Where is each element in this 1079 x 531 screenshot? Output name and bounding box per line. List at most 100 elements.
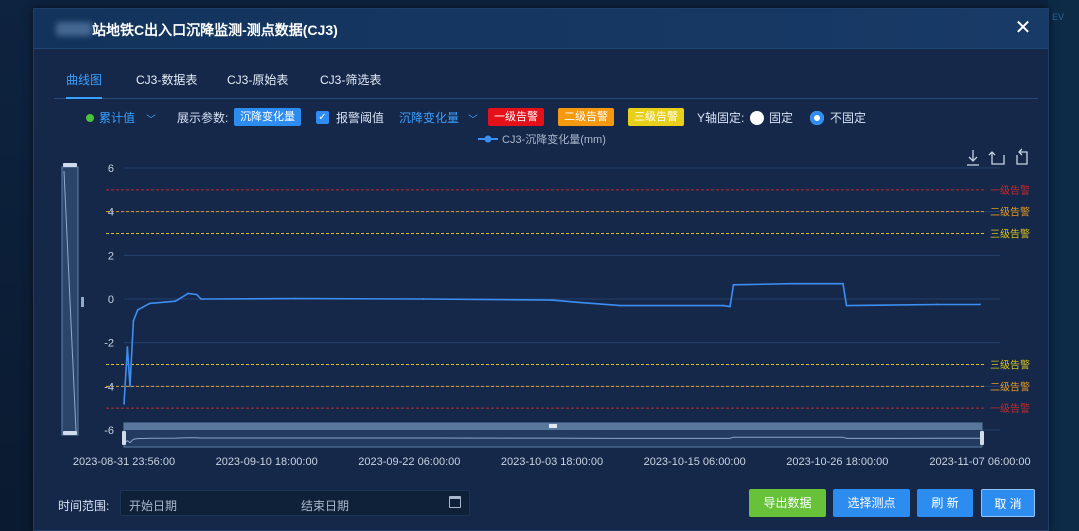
close-icon[interactable]: ✕ — [1012, 17, 1034, 39]
y-zoom-slider[interactable] — [61, 163, 84, 436]
refresh-button[interactable]: 刷 新 — [917, 489, 973, 517]
y-tick-label: 6 — [108, 163, 114, 175]
x-slider-right-handle[interactable] — [980, 431, 984, 445]
data-point — [845, 304, 848, 307]
zoom-reset-icon[interactable] — [988, 151, 1005, 165]
chart-tool-icons — [967, 148, 1028, 166]
display-param-label: 展示参数: — [177, 111, 229, 125]
tab-raw-table[interactable]: CJ3-原始表 — [227, 71, 288, 99]
threshold-label: 一级告警 — [990, 402, 1030, 415]
dialog-footer: 时间范围: 开始日期 结束日期 导出数据 选择测点 刷 新 取 消 — [34, 487, 1048, 523]
threshold-label: 二级告警 — [990, 380, 1030, 393]
data-point — [187, 292, 190, 295]
data-point — [979, 303, 981, 306]
data-point — [200, 298, 202, 300]
data-point — [729, 305, 731, 308]
alarm-level3-tag[interactable]: 三级告警 — [628, 108, 684, 126]
calendar-icon[interactable] — [449, 496, 461, 508]
data-point — [936, 303, 939, 306]
select-point-button[interactable]: 选择测点 — [833, 489, 910, 517]
y-tick-label: 0 — [108, 294, 114, 306]
status-dot — [86, 114, 94, 122]
radio-fixed[interactable] — [750, 111, 764, 125]
redacted-station-name — [56, 22, 92, 36]
dialog-titlebar: 站地铁C出入口沉降监测-测点数据(CJ3) ✕ — [34, 9, 1048, 49]
chevron-down-icon[interactable]: ﹀ — [146, 111, 156, 126]
value-select[interactable]: 累计值 — [99, 109, 135, 126]
background-right-panel: EV — [1048, 0, 1079, 531]
data-point — [123, 402, 125, 405]
legend-marker — [484, 135, 492, 143]
x-slider-grip[interactable] — [549, 424, 557, 428]
measurement-point-dialog: 站地铁C出入口沉降监测-测点数据(CJ3) ✕ 曲线图 CJ3-数据表 CJ3-… — [33, 8, 1049, 531]
alarm-threshold-checkbox[interactable]: ✓ — [316, 111, 329, 124]
tab-filter-table[interactable]: CJ3-筛选表 — [320, 71, 381, 99]
threshold-label: 三级告警 — [990, 359, 1030, 372]
tab-data-table[interactable]: CJ3-数据表 — [136, 71, 197, 99]
y-tick-label: -4 — [104, 381, 114, 393]
dialog-title: 站地铁C出入口沉降监测-测点数据(CJ3) — [92, 22, 338, 38]
start-date-input[interactable]: 开始日期 — [129, 497, 177, 514]
end-date-input[interactable]: 结束日期 — [301, 497, 349, 514]
x-tick-label: 2023-11-07 06:00:00 — [929, 456, 1030, 468]
data-point — [148, 302, 151, 305]
legend-label: CJ3-沉降变化量(mm) — [502, 132, 606, 146]
x-tick-label: 2023-09-10 18:00:00 — [216, 456, 318, 468]
alarm-level1-tag[interactable]: 一级告警 — [488, 108, 544, 126]
data-point — [619, 304, 622, 307]
restore-icon[interactable] — [1016, 148, 1028, 165]
radio-not-fixed[interactable] — [810, 111, 824, 125]
series-line — [123, 282, 980, 404]
data-point — [195, 293, 198, 296]
y-slider-bottom-handle[interactable] — [63, 431, 77, 435]
alarm-level2-tag[interactable]: 二级告警 — [558, 108, 614, 126]
x-axis-ticks: 2023-08-31 23:56:00 2023-09-10 18:00:00 20… — [73, 456, 1031, 468]
y-tick-label: -6 — [104, 425, 114, 437]
chart-area: CJ3-沉降变化量(mm) 一级告警 二级告警 三级告警 三级告警 二级告警一级… — [34, 131, 1048, 481]
threshold-label: 三级告警 — [990, 228, 1030, 241]
data-point — [722, 304, 725, 307]
export-data-button[interactable]: 导出数据 — [749, 489, 826, 517]
data-point — [136, 309, 139, 311]
display-param-tag[interactable]: 沉降变化量 — [234, 108, 301, 126]
data-point — [294, 297, 297, 300]
data-point — [551, 299, 553, 301]
data-point — [422, 298, 425, 300]
tab-curve[interactable]: 曲线图 — [66, 71, 103, 99]
radio-not-fixed-label: 不固定 — [830, 111, 867, 125]
chevron-down-icon[interactable]: ﹀ — [468, 111, 478, 126]
threshold-label: 一级告警 — [990, 184, 1030, 197]
time-range-label: 时间范围: — [58, 499, 110, 513]
x-tick-label: 2023-09-22 06:00:00 — [358, 456, 460, 468]
y-axis-fixed-label: Y轴固定: — [697, 111, 745, 125]
data-point — [576, 301, 579, 304]
x-zoom-slider[interactable] — [122, 422, 984, 448]
data-point — [732, 283, 735, 286]
chart-toolbar: 累计值 ﹀ 展示参数: 沉降变化量 ✓ 报警阈值 沉降变化量 ﹀ 一级告警 二级… — [34, 107, 1048, 129]
data-point — [132, 319, 135, 322]
radio-fixed-label: 固定 — [769, 111, 794, 125]
x-tick-label: 2023-10-03 18:00:00 — [501, 456, 603, 468]
data-point — [126, 346, 129, 348]
data-point — [842, 282, 844, 285]
download-icon[interactable] — [967, 150, 979, 166]
settlement-line-chart: CJ3-沉降变化量(mm) 一级告警二级告警三级告警三级告警二级告警一级告警 6… — [61, 132, 1031, 468]
y-axis-ticks: 6 4 2 0 -2 -4 -6 — [104, 163, 114, 437]
date-range-picker[interactable]: 开始日期 结束日期 — [120, 490, 470, 516]
y-slider-grip[interactable] — [81, 297, 84, 307]
x-tick-label: 2023-10-15 06:00:00 — [644, 456, 746, 468]
corner-text: EV — [1052, 12, 1065, 22]
y-slider-top-handle[interactable] — [63, 163, 77, 167]
alarm-param-select[interactable]: 沉降变化量 — [399, 109, 459, 126]
tab-bar: 曲线图 CJ3-数据表 CJ3-原始表 CJ3-筛选表 — [54, 63, 1038, 99]
y-tick-label: 4 — [108, 207, 114, 219]
data-point — [174, 300, 177, 303]
y-tick-label: -2 — [104, 338, 114, 350]
alarm-threshold-label: 报警阈值 — [336, 111, 385, 125]
data-point — [790, 282, 793, 285]
cancel-button[interactable]: 取 消 — [981, 489, 1035, 517]
legend: CJ3-沉降变化量(mm) — [478, 132, 606, 146]
x-slider-left-handle[interactable] — [122, 431, 126, 445]
threshold-label: 二级告警 — [990, 206, 1030, 219]
x-tick-label: 2023-10-26 18:00:00 — [786, 456, 888, 468]
